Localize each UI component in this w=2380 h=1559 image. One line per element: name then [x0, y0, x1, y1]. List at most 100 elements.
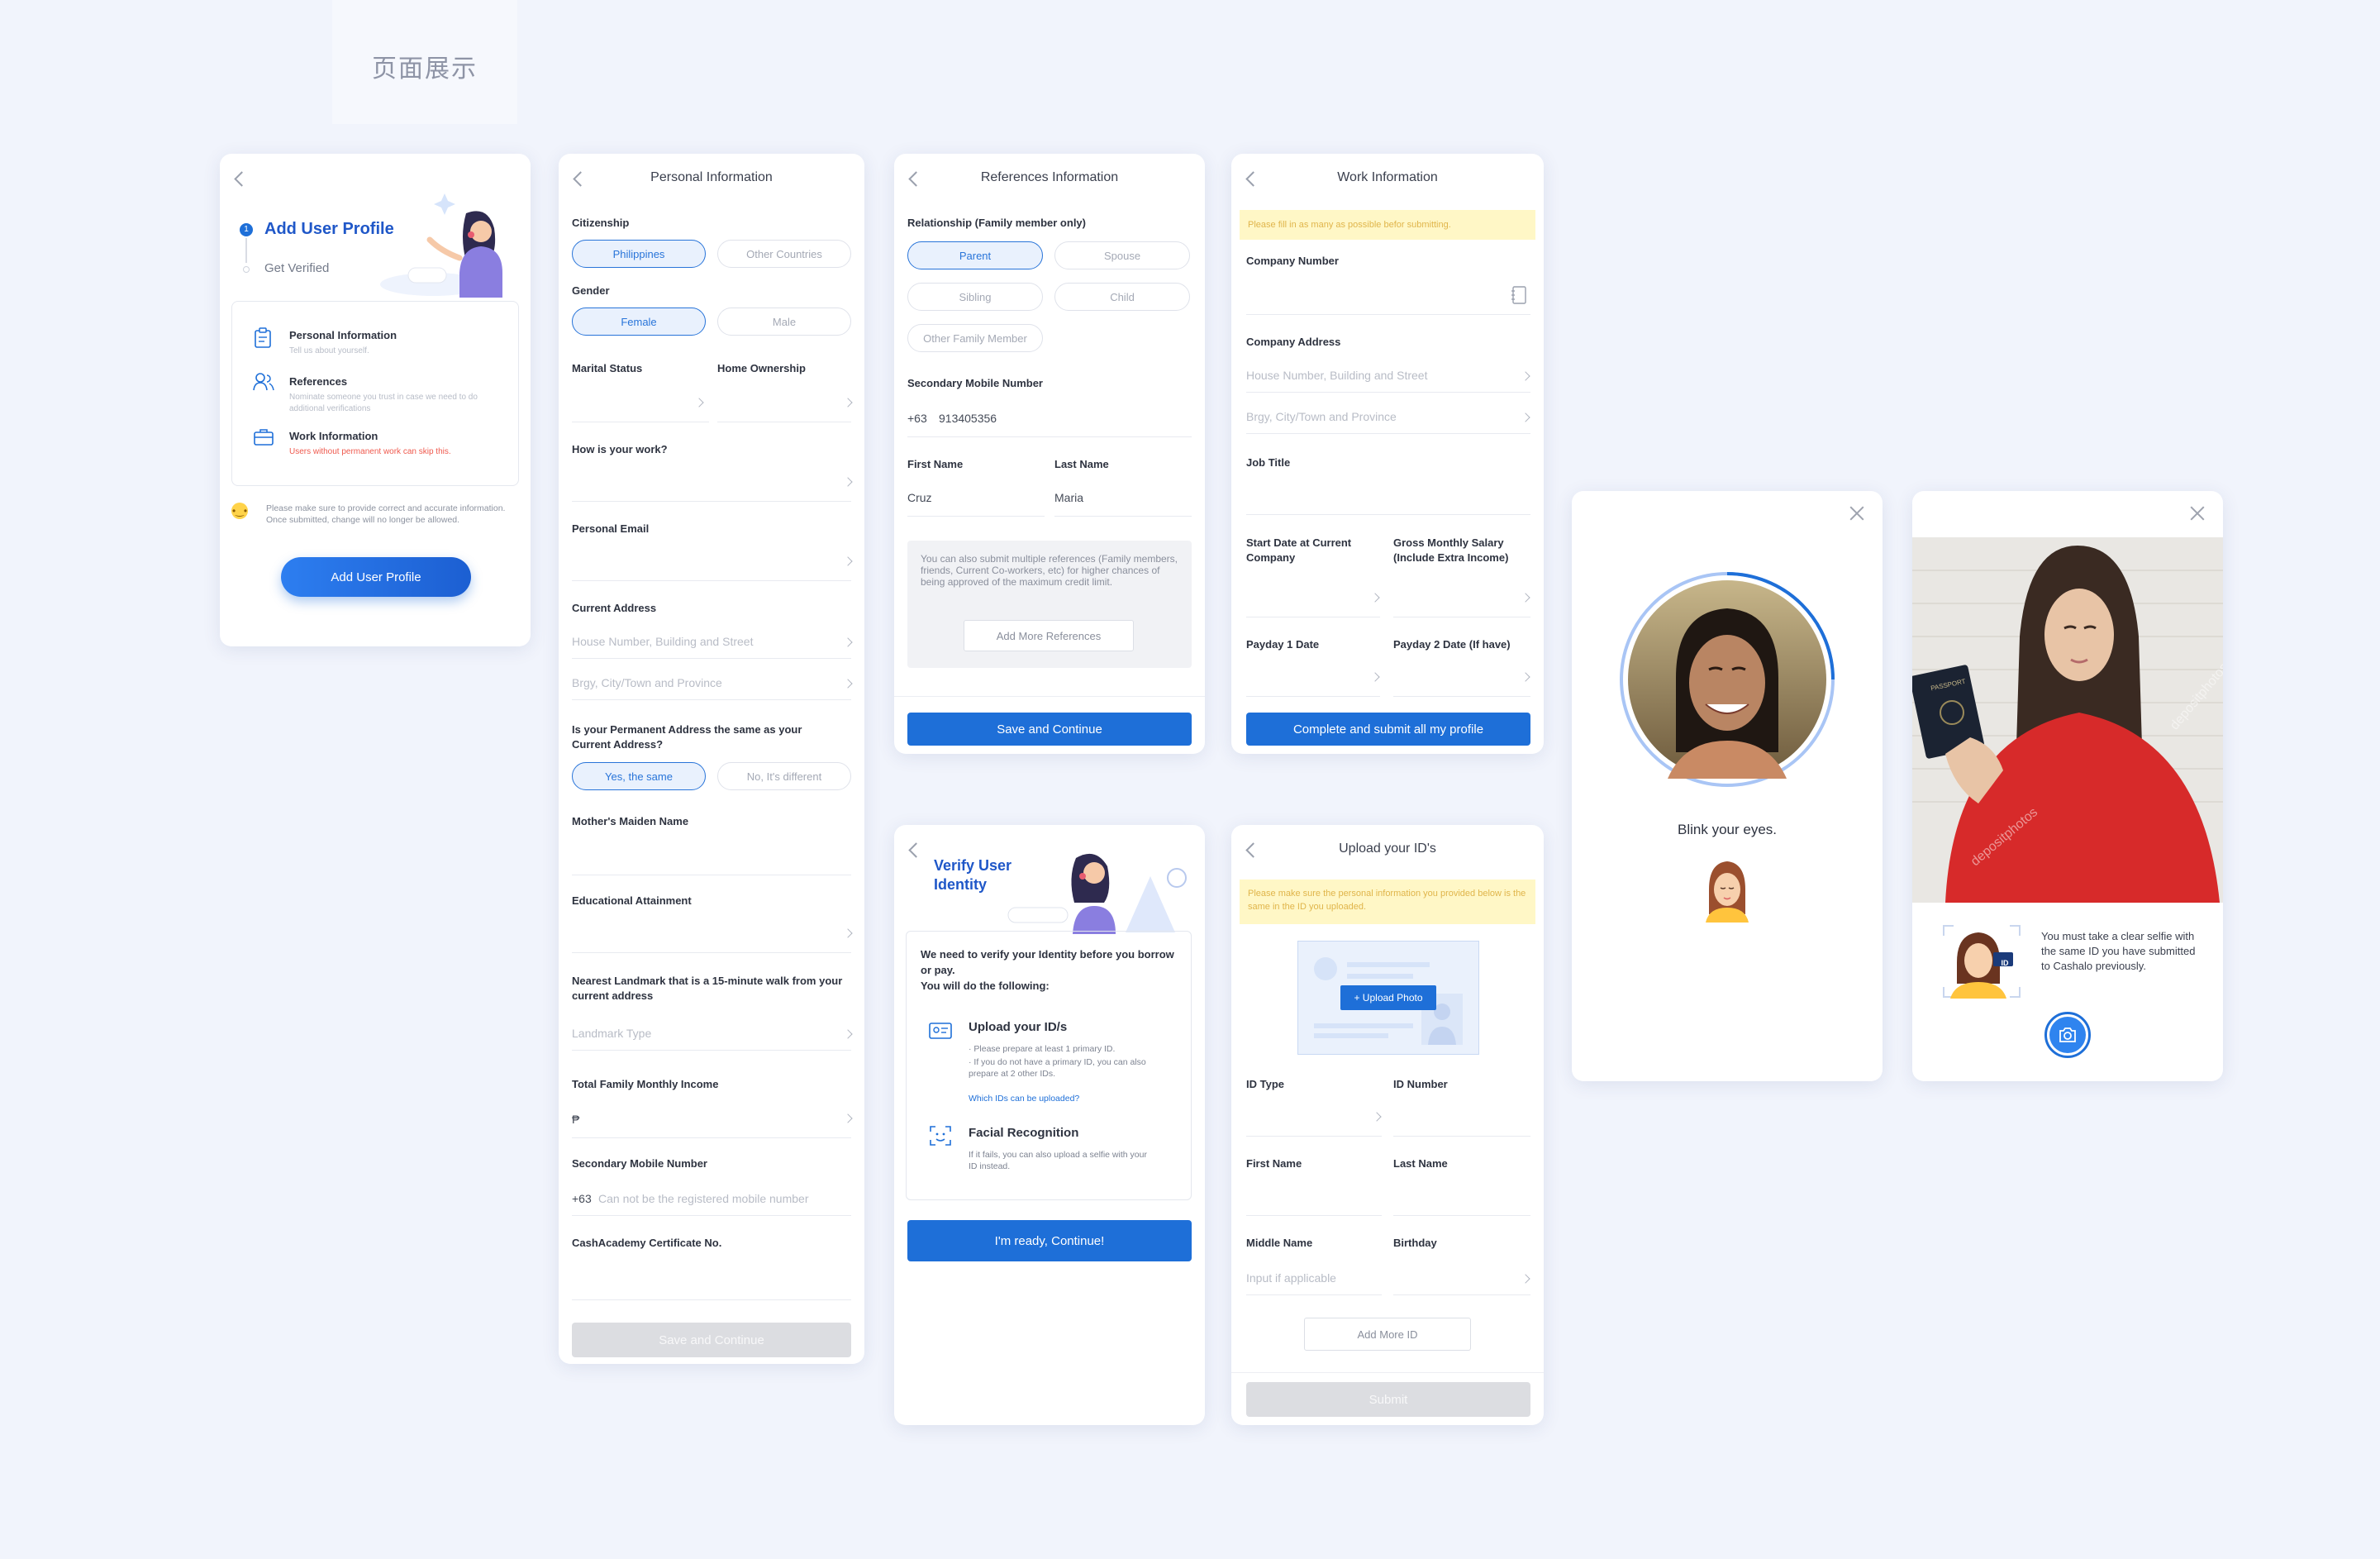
contacts-book-icon[interactable] — [1511, 286, 1527, 304]
relation-parent-option[interactable]: Parent — [907, 241, 1043, 269]
save-continue-button[interactable]: Save and Continue — [572, 1323, 851, 1357]
permanent-same-option[interactable]: Yes, the same — [572, 762, 706, 790]
divider — [1246, 696, 1380, 697]
camera-icon — [2059, 1027, 2076, 1042]
home-ownership-label: Home Ownership — [717, 362, 806, 374]
upload-id-title: Upload your ID/s — [969, 1020, 1068, 1034]
citizenship-philippines-option[interactable]: Philippines — [572, 240, 706, 268]
mobile-prefix: +63 — [572, 1192, 592, 1205]
address2-chevron-icon[interactable] — [845, 679, 853, 688]
first-name-input[interactable]: Cruz — [907, 491, 932, 504]
work-info-screen: Work Information Please fill in as many … — [1231, 154, 1544, 754]
relation-spouse-option[interactable]: Spouse — [1054, 241, 1190, 269]
divider — [572, 1299, 851, 1300]
job-title-label: Job Title — [1246, 456, 1291, 469]
submit-button[interactable]: Submit — [1246, 1382, 1530, 1417]
divider — [894, 696, 1205, 697]
screen-subtitle: Get Verified — [264, 261, 330, 275]
relation-other-option[interactable]: Other Family Member — [907, 324, 1043, 352]
submit-profile-button[interactable]: Complete and submit all my profile — [1246, 713, 1530, 746]
landmark-chevron-icon[interactable] — [845, 1030, 853, 1038]
income-chevron-icon[interactable] — [845, 1114, 853, 1123]
camera-button[interactable] — [2044, 1012, 2091, 1058]
back-icon[interactable] — [907, 843, 921, 856]
payday1-chevron-icon[interactable] — [1372, 673, 1380, 681]
divider — [1393, 1294, 1530, 1295]
gender-female-option[interactable]: Female — [572, 308, 706, 336]
email-chevron-icon[interactable] — [845, 557, 853, 565]
smiley-icon: •‿• — [231, 503, 248, 519]
address1-chevron-icon[interactable] — [1522, 372, 1530, 380]
address2-chevron-icon[interactable] — [1522, 413, 1530, 422]
which-ids-link[interactable]: Which IDs can be uploaded? — [969, 1093, 1079, 1104]
add-user-profile-button[interactable]: Add User Profile — [281, 557, 471, 597]
mobile-prefix: +63 — [907, 412, 927, 425]
company-address-line1-field[interactable]: House Number, Building and Street — [1246, 369, 1427, 382]
verify-identity-screen: Verify User Identity We need to verify y… — [894, 825, 1205, 1425]
upload-id-screen: Upload your ID's Please make sure the pe… — [1231, 825, 1544, 1425]
address-line2-field[interactable]: Brgy, City/Town and Province — [572, 676, 722, 689]
middle-name-input[interactable]: Input if applicable — [1246, 1271, 1336, 1285]
education-chevron-icon[interactable] — [845, 929, 853, 937]
company-address-label: Company Address — [1246, 336, 1341, 348]
marital-chevron-icon[interactable] — [696, 398, 704, 407]
work-chevron-icon[interactable] — [845, 478, 853, 486]
citizenship-other-option[interactable]: Other Countries — [717, 240, 851, 268]
back-icon[interactable] — [233, 172, 246, 185]
close-icon[interactable] — [1848, 504, 1866, 522]
address-label: Current Address — [572, 602, 657, 614]
gender-label: Gender — [572, 284, 610, 297]
address1-chevron-icon[interactable] — [845, 638, 853, 646]
relation-child-option[interactable]: Child — [1054, 283, 1190, 311]
gender-male-option[interactable]: Male — [717, 308, 851, 336]
id-type-chevron-icon[interactable] — [1373, 1113, 1382, 1121]
divider — [1393, 696, 1530, 697]
divider — [1054, 516, 1192, 517]
step-connector — [245, 238, 247, 263]
divider — [1231, 1372, 1544, 1373]
id-card-icon — [929, 1023, 952, 1039]
permanent-address-label: Is your Permanent Address the same as yo… — [572, 723, 802, 751]
blink-avatar-icon — [1706, 861, 1749, 923]
accuracy-note: Please make sure to provide correct and … — [266, 503, 506, 526]
verify-intro-line1: We need to verify your Identity before y… — [921, 948, 1174, 976]
close-icon[interactable] — [2188, 504, 2206, 522]
divider — [907, 436, 1192, 437]
divider — [1246, 1294, 1382, 1295]
start-date-chevron-icon[interactable] — [1372, 594, 1380, 602]
add-more-references-button[interactable]: Add More References — [964, 620, 1134, 651]
upload-photo-button[interactable]: + Upload Photo — [1340, 985, 1436, 1010]
relation-sibling-option[interactable]: Sibling — [907, 283, 1043, 311]
screen-title: Add User Profile — [264, 220, 394, 238]
home-chevron-icon[interactable] — [845, 398, 853, 407]
peso-sign: ₱ — [572, 1113, 580, 1126]
id-badge-label: ID — [2001, 959, 2009, 967]
secondary-mobile-input[interactable]: 913405356 — [939, 412, 997, 425]
ready-continue-button[interactable]: I'm ready, Continue! — [907, 1220, 1192, 1261]
salary-chevron-icon[interactable] — [1522, 594, 1530, 602]
payday2-chevron-icon[interactable] — [1522, 673, 1530, 681]
step-item-title: Personal Information — [289, 329, 397, 341]
step-indicator: 1 — [240, 223, 253, 236]
selfie-screen: PASSPORT depositphotos depositphotos ID … — [1912, 491, 2223, 1081]
upload-id-desc1: · Please prepare at least 1 primary ID. — [969, 1044, 1116, 1054]
add-more-id-button[interactable]: Add More ID — [1304, 1318, 1471, 1351]
address-line1-field[interactable]: House Number, Building and Street — [572, 635, 753, 648]
secondary-mobile-input[interactable]: Can not be the registered mobile number — [598, 1192, 808, 1205]
last-name-input[interactable]: Maria — [1054, 491, 1083, 504]
landmark-type-field[interactable]: Landmark Type — [572, 1027, 651, 1040]
step-item-title: Work Information — [289, 430, 378, 442]
permanent-different-option[interactable]: No, It's different — [717, 762, 851, 790]
birthday-label: Birthday — [1393, 1237, 1437, 1249]
birthday-chevron-icon[interactable] — [1522, 1275, 1530, 1283]
personal-info-screen: Personal Information Citizenship Philipp… — [559, 154, 864, 1364]
work-notice-banner: Please fill in as many as possible befor… — [1240, 210, 1535, 240]
save-continue-button[interactable]: Save and Continue — [907, 713, 1192, 746]
divider — [572, 1050, 851, 1051]
secondary-mobile-label: Secondary Mobile Number — [907, 377, 1043, 389]
facial-recognition-desc: If it fails, you can also upload a selfi… — [969, 1150, 1147, 1172]
company-address-line2-field[interactable]: Brgy, City/Town and Province — [1246, 410, 1397, 423]
divider — [1246, 1215, 1382, 1216]
first-name-label: First Name — [1246, 1157, 1302, 1170]
divider — [572, 1137, 851, 1138]
